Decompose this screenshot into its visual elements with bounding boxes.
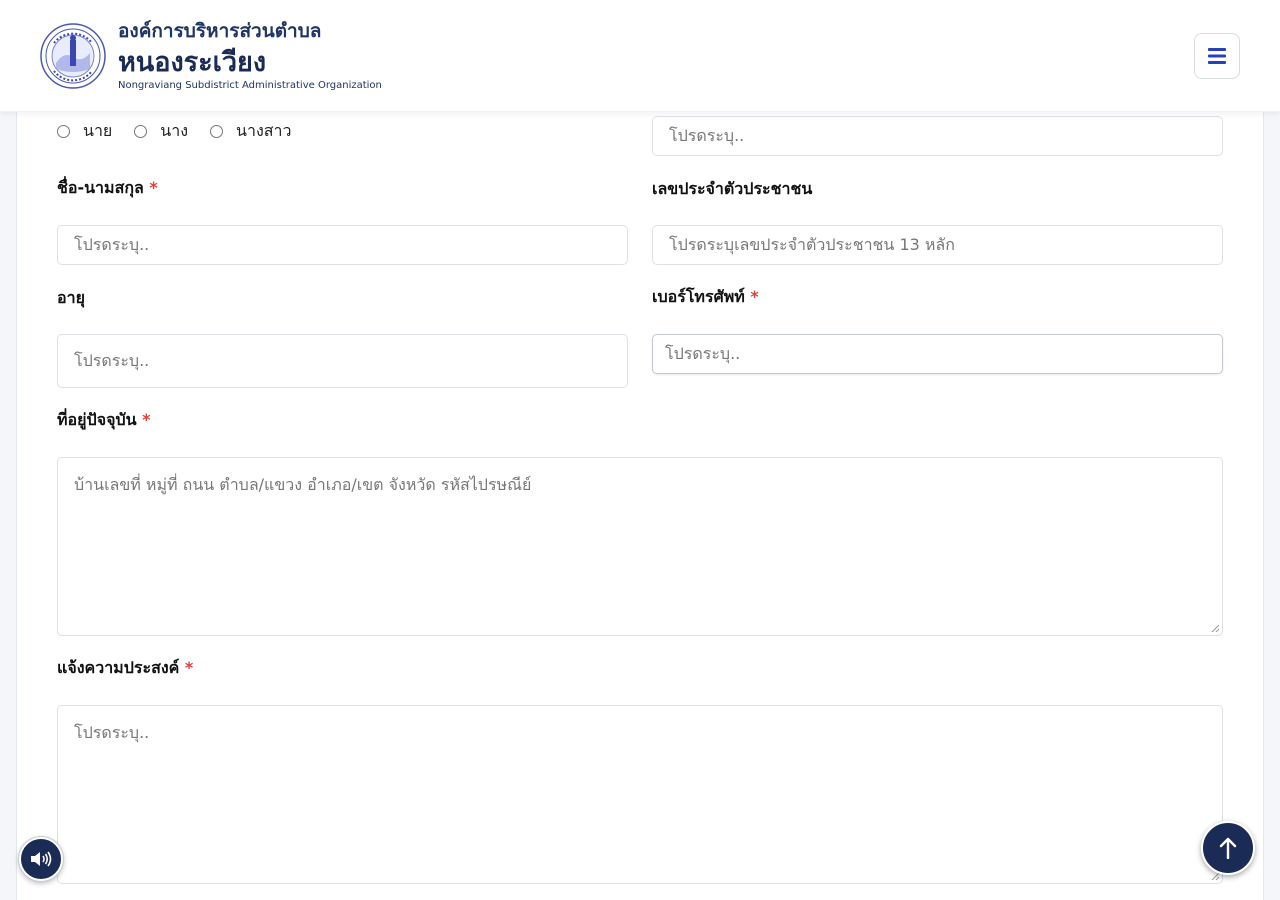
menu-button[interactable] (1194, 33, 1240, 79)
radio-button[interactable] (57, 125, 70, 138)
id-number-label: เลขประจำตัวประชาชน (652, 179, 813, 198)
org-logo[interactable] (40, 23, 106, 89)
address-label: ที่อยู่ปัจจุบัน * (57, 410, 151, 429)
speaker-icon (31, 851, 52, 867)
required-mark: * (750, 287, 759, 306)
radio-button[interactable] (134, 125, 148, 138)
arrow-up-icon (1219, 837, 1237, 859)
audio-button[interactable] (19, 837, 63, 881)
org-name-line2: หนองระเวียง (118, 47, 267, 78)
purpose-textarea[interactable]: โปรดระบุ.. (57, 705, 1223, 884)
radio-miss[interactable]: นางสาว (210, 119, 292, 144)
title-radio-group: นาย นาง นางสาว (57, 119, 314, 144)
address-placeholder: บ้านเลขที่ หมู่ที่ ถนน ตำบล/แขวง อำเภอ/เ… (74, 475, 532, 494)
purpose-placeholder: โปรดระบุ.. (74, 723, 150, 742)
radio-mr[interactable]: นาย (57, 119, 112, 144)
age-input[interactable]: โปรดระบุ.. (57, 334, 628, 388)
required-mark: * (184, 658, 194, 677)
top-right-input[interactable]: โปรดระบุ.. (652, 116, 1223, 156)
fullname-label: ชื่อ-นามสกุล * (57, 178, 158, 197)
radio-mrs[interactable]: นาง (134, 119, 188, 144)
required-mark: * (142, 410, 151, 429)
radio-button[interactable] (210, 125, 224, 138)
phone-input[interactable]: โปรดระบุ.. (652, 334, 1223, 374)
back-to-top-button[interactable] (1201, 821, 1255, 875)
phone-label: เบอร์โทรศัพท์ * (652, 287, 759, 306)
required-mark: * (149, 178, 158, 197)
org-name-english: Nongraviang Subdistrict Administrative O… (118, 80, 382, 91)
site-header: องค์การบริหารส่วนตำบล หนองระเวียง Nongra… (0, 0, 1280, 112)
age-label: อายุ (57, 288, 85, 307)
radio-label: นาง (160, 121, 189, 140)
radio-label: นางสาว (236, 121, 292, 140)
fullname-input[interactable]: โปรดระบุ.. (57, 225, 628, 265)
radio-label: นาย (83, 121, 113, 140)
purpose-label: แจ้งความประสงค์ * (57, 658, 194, 677)
address-textarea[interactable]: บ้านเลขที่ หมู่ที่ ถนน ตำบล/แขวง อำเภอ/เ… (57, 457, 1223, 636)
resize-handle-icon[interactable] (1211, 624, 1219, 632)
hamburger-icon (1208, 48, 1226, 64)
id-number-input[interactable]: โปรดระบุเลขประจำตัวประชาชน 13 หลัก (652, 225, 1223, 265)
